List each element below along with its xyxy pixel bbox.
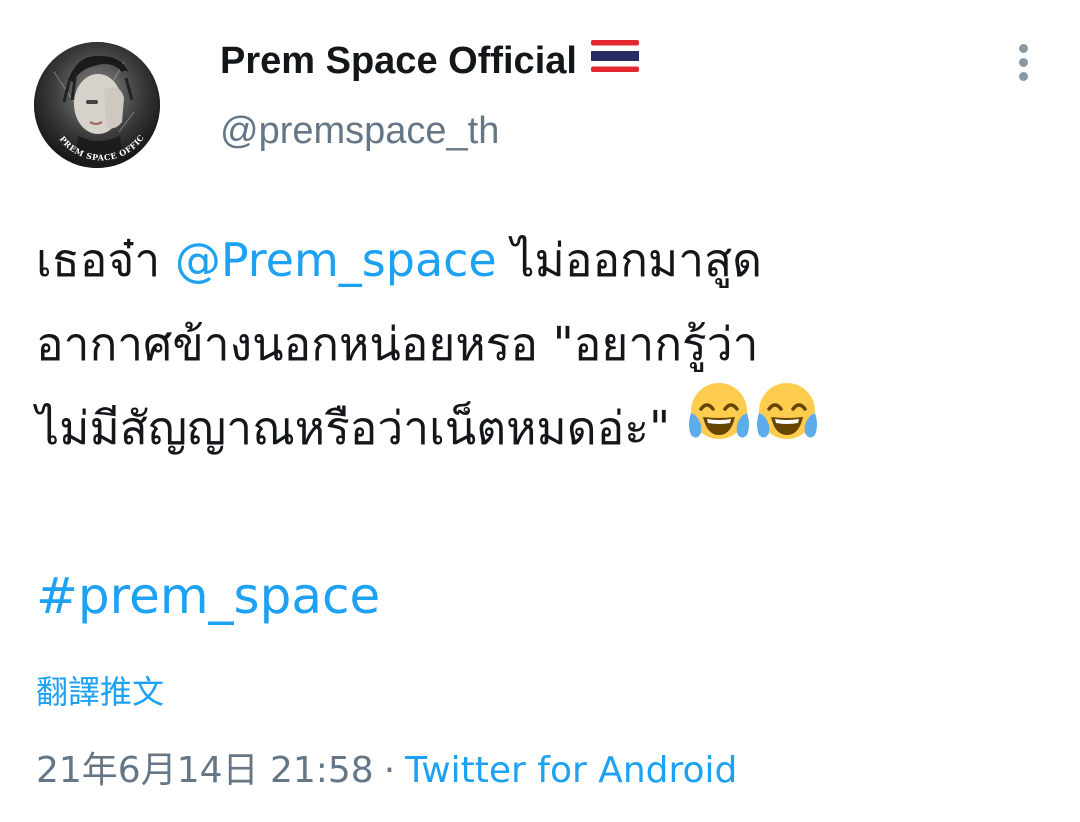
author-display-name[interactable]: Prem Space Official (220, 40, 577, 82)
tweet-line-1: เธอจ๋า @Prem_space ไม่ออกมาสูด (36, 233, 763, 287)
tweet-text: เธอจ๋า @Prem_space ไม่ออกมาสูด อากาศข้าง… (36, 218, 1046, 470)
author-name-row[interactable]: Prem Space Official (220, 38, 639, 84)
hashtag-link[interactable]: #prem_space (36, 564, 380, 628)
face-with-tears-of-joy-icon (685, 379, 753, 473)
tweet-source-link[interactable]: Twitter for Android (405, 750, 737, 791)
meta-separator: · (383, 750, 396, 791)
mention-link[interactable]: @Prem_space (175, 233, 497, 287)
author-handle[interactable]: @premspace_th (220, 108, 499, 154)
tweet-line-2: อากาศข้างนอกหน่อยหรอ "อยากรู้ว่า (36, 317, 759, 371)
thailand-flag-icon (590, 37, 639, 83)
avatar[interactable]: PREM SPACE OFFICIAL (34, 42, 160, 168)
translate-tweet-link[interactable]: 翻譯推文 (36, 670, 164, 714)
face-with-tears-of-joy-icon (753, 379, 821, 473)
tweet-line-3: ไม่มีสัญญาณหรือว่าเน็ตหมดอ่ะ" (36, 382, 1046, 470)
tweet-timestamp[interactable]: 21年6月14日 21:58 (36, 750, 374, 791)
more-options-icon[interactable] (1012, 40, 1036, 84)
tweet-meta: 21年6月14日 21:58 · Twitter for Android (36, 748, 737, 794)
